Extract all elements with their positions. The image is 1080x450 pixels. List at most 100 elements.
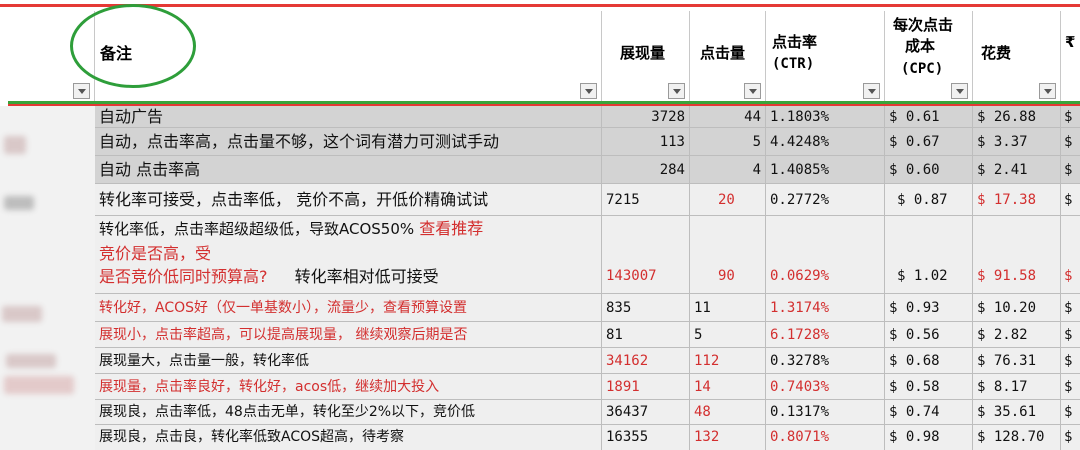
cell-cost[interactable]: $ 2.82 (973, 322, 1061, 348)
cell-note[interactable]: 自动 点击率高 (95, 156, 602, 184)
cell-extra[interactable]: $ (1061, 294, 1080, 322)
cell-cpc[interactable]: $ 0.93 (885, 294, 973, 322)
table-row[interactable]: 展现良，点击良，转化率低致ACOS超高，待考察 16355 132 0.8071… (95, 425, 1080, 450)
cell-impressions[interactable]: 36437 (602, 400, 690, 425)
cell-note[interactable]: 展现良，点击率低，48点击无单，转化至少2%以下，竞价低 (95, 400, 602, 425)
cell-ctr[interactable]: 0.1317% (766, 400, 885, 425)
cell-extra[interactable]: $ (1061, 216, 1080, 294)
green-highlight-circle (70, 4, 196, 88)
cell-clicks[interactable]: 112 (690, 348, 766, 374)
filter-dropdown-icon[interactable] (580, 83, 597, 99)
cell-cpc[interactable]: $ 0.87 (885, 184, 973, 216)
cell-cpc[interactable]: $ 0.67 (885, 128, 973, 156)
cell-ctr[interactable]: 4.4248% (766, 128, 885, 156)
cell-note[interactable]: 展现量大，点击量一般，转化率低 (95, 348, 602, 374)
cell-clicks[interactable]: 90 (690, 216, 766, 294)
cell-cpc[interactable]: $ 0.56 (885, 322, 973, 348)
cell-cost[interactable]: $ 2.41 (973, 156, 1061, 184)
cell-note[interactable]: 自动广告 (95, 106, 602, 128)
cell-impressions[interactable]: 835 (602, 294, 690, 322)
cell-cost[interactable]: $ 3.37 (973, 128, 1061, 156)
cell-cpc[interactable]: $ 0.68 (885, 348, 973, 374)
cell-ctr[interactable]: 1.1803% (766, 106, 885, 128)
cell-ctr[interactable]: 0.0629% (766, 216, 885, 294)
table-row[interactable]: 展现小，点击率超高，可以提高展现量， 继续观察后期是否 81 5 6.1728%… (95, 322, 1080, 348)
cell-cpc[interactable]: $ 0.58 (885, 374, 973, 400)
cell-note[interactable]: 展现良，点击良，转化率低致ACOS超高，待考察 (95, 425, 602, 450)
cell-cost[interactable]: $ 76.31 (973, 348, 1061, 374)
cell-impressions[interactable]: 7215 (602, 184, 690, 216)
cell-impressions[interactable]: 1891 (602, 374, 690, 400)
cell-ctr[interactable]: 0.7403% (766, 374, 885, 400)
row-header-column-blurred (0, 106, 95, 450)
header-extra: ₹ (1061, 11, 1080, 103)
table-row[interactable]: 展现量大，点击量一般，转化率低 34162 112 0.3278% $ 0.68… (95, 348, 1080, 374)
cell-note[interactable]: 展现小，点击率超高，可以提高展现量， 继续观察后期是否 (95, 322, 602, 348)
cell-impressions[interactable]: 81 (602, 322, 690, 348)
filter-dropdown-icon[interactable] (951, 83, 968, 99)
cell-ctr[interactable]: 1.4085% (766, 156, 885, 184)
cell-clicks[interactable]: 20 (690, 184, 766, 216)
table-row[interactable]: 转化率可接受，点击率低， 竞价不高，开低价精确试试 7215 20 0.2772… (95, 184, 1080, 216)
cell-impressions[interactable]: 3728 (602, 106, 690, 128)
table-row[interactable]: 自动广告 3728 44 1.1803% $ 0.61 $ 26.88 $ (95, 106, 1080, 128)
cell-clicks[interactable]: 5 (690, 128, 766, 156)
cell-cost[interactable]: $ 10.20 (973, 294, 1061, 322)
cell-cost[interactable]: $ 26.88 (973, 106, 1061, 128)
cell-extra[interactable]: $ (1061, 348, 1080, 374)
cell-extra[interactable]: $ (1061, 400, 1080, 425)
cell-cost[interactable]: $ 91.58 (973, 216, 1061, 294)
cell-ctr[interactable]: 0.3278% (766, 348, 885, 374)
cell-impressions[interactable]: 143007 (602, 216, 690, 294)
cell-extra[interactable]: $ (1061, 156, 1080, 184)
table-row[interactable]: 转化率低，点击率超级超级低，导致ACOS50% 查看推荐 竞价是否高，受 是否竞… (95, 216, 1080, 294)
cell-impressions[interactable]: 16355 (602, 425, 690, 450)
filter-dropdown-icon[interactable] (668, 83, 685, 99)
cell-cpc[interactable]: $ 0.74 (885, 400, 973, 425)
cell-extra[interactable]: $ (1061, 106, 1080, 128)
cell-ctr[interactable]: 0.8071% (766, 425, 885, 450)
cell-ctr[interactable]: 0.2772% (766, 184, 885, 216)
table-row[interactable]: 展现良，点击率低，48点击无单，转化至少2%以下，竞价低 36437 48 0.… (95, 400, 1080, 425)
cell-ctr[interactable]: 1.3174% (766, 294, 885, 322)
cell-clicks[interactable]: 11 (690, 294, 766, 322)
cell-note[interactable]: 自动，点击率高，点击量不够，这个词有潜力可测试手动 (95, 128, 602, 156)
cell-extra[interactable]: $ (1061, 128, 1080, 156)
cell-cost[interactable]: $ 35.61 (973, 400, 1061, 425)
cell-cost[interactable]: $ 17.38 (973, 184, 1061, 216)
filter-dropdown-icon[interactable] (863, 83, 880, 99)
filter-dropdown-icon[interactable] (1039, 83, 1056, 99)
table-row[interactable]: 自动，点击率高，点击量不够，这个词有潜力可测试手动 113 5 4.4248% … (95, 128, 1080, 156)
cell-extra[interactable]: $ (1061, 425, 1080, 450)
cell-cpc[interactable]: $ 0.60 (885, 156, 973, 184)
cell-clicks[interactable]: 14 (690, 374, 766, 400)
filter-dropdown-icon[interactable] (744, 83, 761, 99)
table-row[interactable]: 转化好，ACOS好（仅一单基数小），流量少，查看预算设置 835 11 1.31… (95, 294, 1080, 322)
header-cost-label: 花费 (981, 44, 1012, 62)
table-row[interactable]: 展现量，点击率良好，转化好，acos低，继续加大投入 1891 14 0.740… (95, 374, 1080, 400)
cell-extra[interactable]: $ (1061, 322, 1080, 348)
cell-ctr[interactable]: 6.1728% (766, 322, 885, 348)
cell-extra[interactable]: $ (1061, 374, 1080, 400)
cell-cpc[interactable]: $ 0.98 (885, 425, 973, 450)
cell-cost[interactable]: $ 8.17 (973, 374, 1061, 400)
cell-cpc[interactable]: $ 1.02 (885, 216, 973, 294)
cell-impressions[interactable]: 284 (602, 156, 690, 184)
cell-clicks[interactable]: 44 (690, 106, 766, 128)
cell-cost[interactable]: $ 128.70 (973, 425, 1061, 450)
cell-clicks[interactable]: 132 (690, 425, 766, 450)
filter-dropdown-icon[interactable] (73, 83, 90, 99)
cell-clicks[interactable]: 4 (690, 156, 766, 184)
cell-note[interactable]: 转化率可接受，点击率低， 竞价不高，开低价精确试试 (95, 184, 602, 216)
cell-note[interactable]: 转化率低，点击率超级超级低，导致ACOS50% 查看推荐 竞价是否高，受 是否竞… (95, 216, 602, 294)
cell-impressions[interactable]: 113 (602, 128, 690, 156)
note-text-highlight: 查看推荐 (419, 219, 484, 238)
cell-impressions[interactable]: 34162 (602, 348, 690, 374)
cell-note[interactable]: 展现量，点击率良好，转化好，acos低，继续加大投入 (95, 374, 602, 400)
cell-note[interactable]: 转化好，ACOS好（仅一单基数小），流量少，查看预算设置 (95, 294, 602, 322)
cell-cpc[interactable]: $ 0.61 (885, 106, 973, 128)
cell-clicks[interactable]: 48 (690, 400, 766, 425)
cell-clicks[interactable]: 5 (690, 322, 766, 348)
table-row[interactable]: 自动 点击率高 284 4 1.4085% $ 0.60 $ 2.41 $ (95, 156, 1080, 184)
cell-extra[interactable]: $ (1061, 184, 1080, 216)
